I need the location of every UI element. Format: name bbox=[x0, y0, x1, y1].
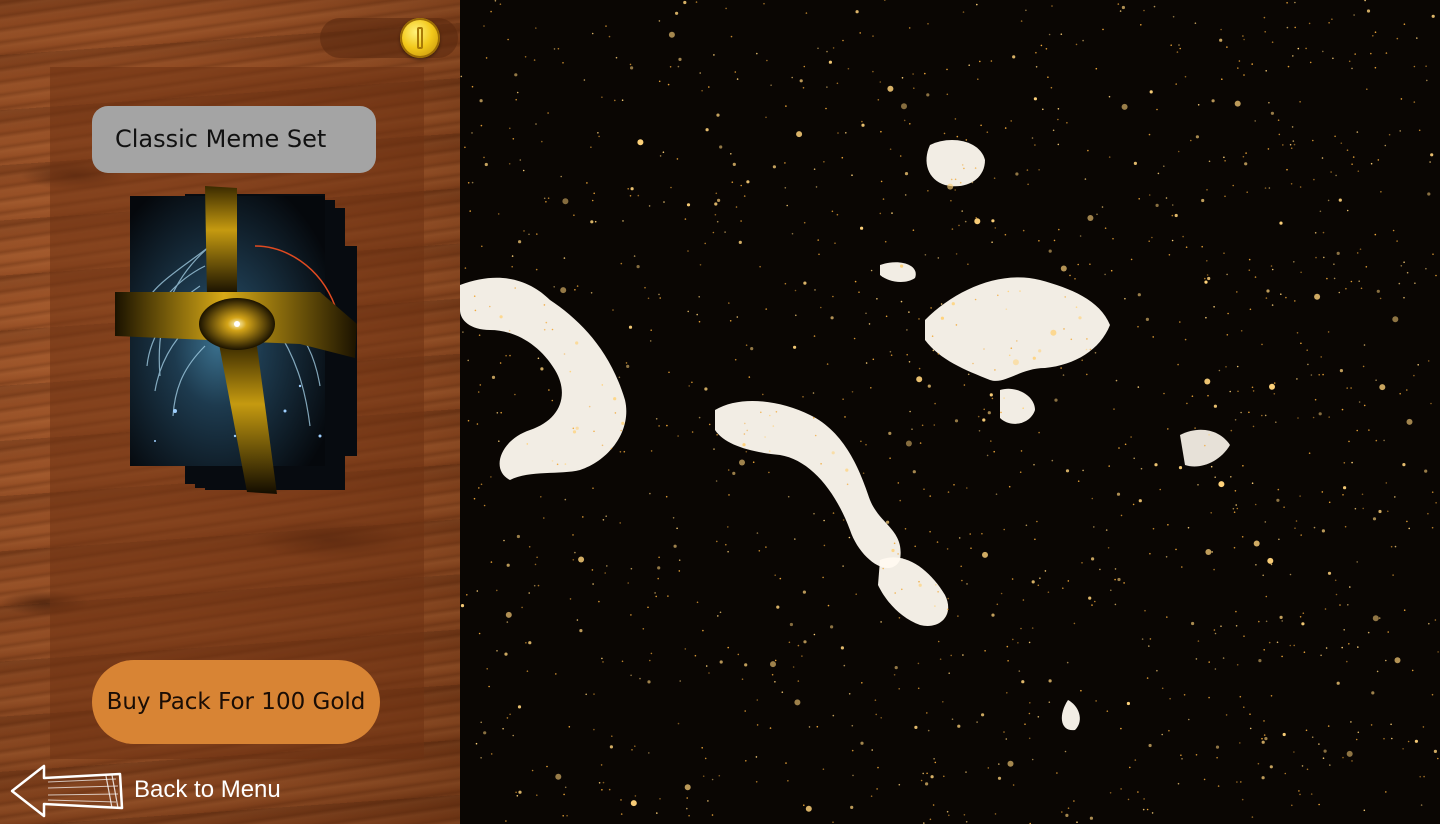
starfield-background bbox=[460, 0, 1440, 824]
gold-coin-icon bbox=[400, 18, 440, 58]
back-to-menu-label: Back to Menu bbox=[134, 776, 281, 803]
ribbon-vertical-top bbox=[205, 186, 237, 296]
shop-side-panel: Classic Meme Set Buy Pack For 100 Gold B… bbox=[0, 0, 460, 824]
back-to-menu-button[interactable]: Back to Menu bbox=[8, 760, 298, 820]
card-pack-art[interactable] bbox=[115, 186, 357, 494]
buy-pack-button[interactable]: Buy Pack For 100 Gold bbox=[92, 660, 380, 744]
back-arrow-icon bbox=[10, 764, 124, 818]
pack-title: Classic Meme Set bbox=[92, 106, 376, 173]
